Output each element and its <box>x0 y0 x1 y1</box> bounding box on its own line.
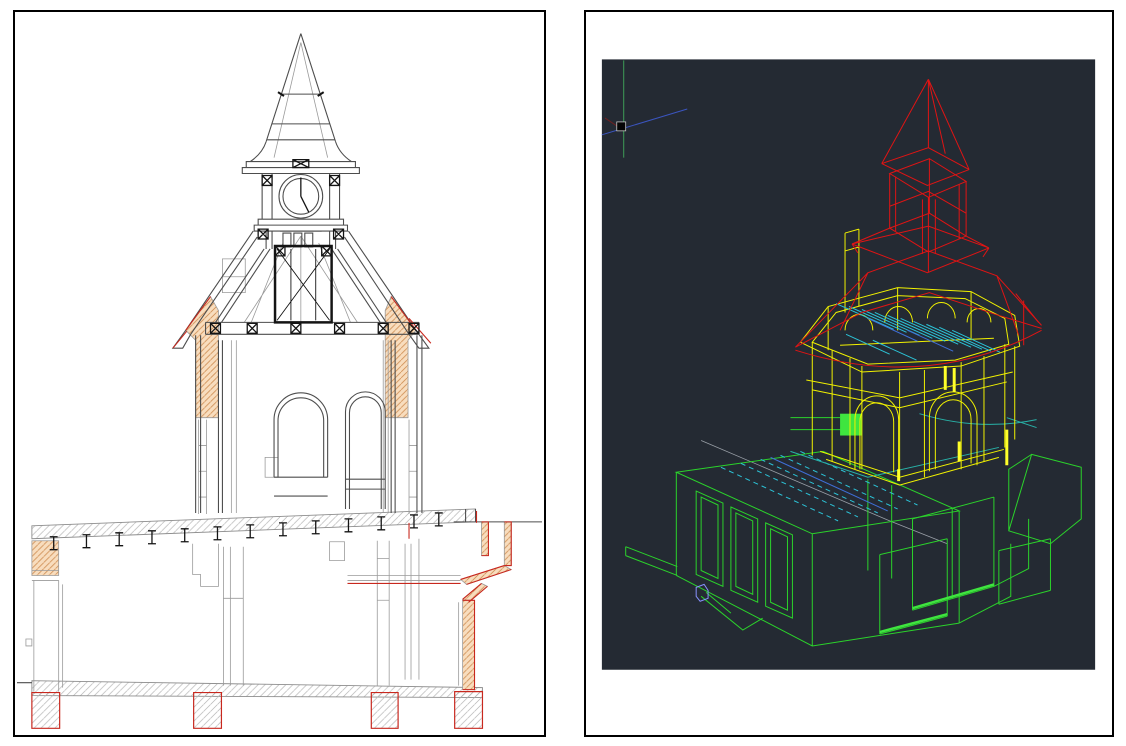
clock-hands <box>301 177 309 212</box>
pickbox-icon <box>617 122 626 131</box>
figure-canvas <box>0 0 1126 746</box>
section-drawing <box>15 12 544 735</box>
masonry-sections <box>32 297 511 690</box>
spire <box>266 34 335 142</box>
right-arch <box>346 392 386 509</box>
main-outlines <box>17 34 542 683</box>
left-arch <box>274 393 328 496</box>
cad-panel <box>584 10 1114 737</box>
section-cut-and-steel <box>50 92 443 550</box>
concrete-slabs <box>32 509 483 698</box>
section-drawing-panel <box>13 10 546 737</box>
cad-viewport <box>602 59 1095 669</box>
cad-wireframe <box>586 12 1112 735</box>
green-end-plate <box>840 414 862 436</box>
